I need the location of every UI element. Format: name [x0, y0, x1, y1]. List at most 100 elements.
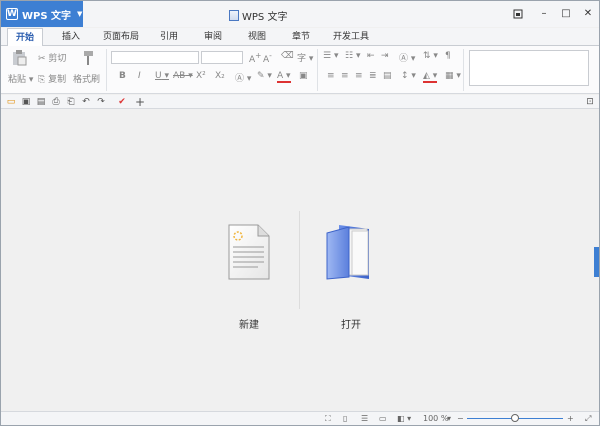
new-tab-plus-icon[interactable]: +: [135, 96, 145, 108]
italic-label: I: [138, 71, 141, 81]
text-effect-button[interactable]: Ⓐ ▾: [235, 71, 251, 84]
text-direction-button[interactable]: Ⓐ ▾: [399, 51, 415, 64]
tab-insert[interactable]: 插入: [53, 28, 89, 46]
print-preview-icon[interactable]: ⎗: [66, 97, 76, 107]
redo-icon[interactable]: ↷: [96, 97, 106, 107]
save-as-icon[interactable]: ▤: [36, 97, 46, 107]
paste-button[interactable]: 粘贴 ▾: [8, 72, 33, 85]
bold-label: B: [119, 71, 126, 81]
increase-indent-button[interactable]: ⇥: [381, 51, 389, 61]
page-view-icon[interactable]: ▯: [343, 414, 347, 423]
outdent-icon: ⇤: [367, 51, 375, 61]
divider: [299, 211, 300, 309]
borders-button[interactable]: ▦ ▾: [445, 71, 461, 81]
collapse-ribbon-icon[interactable]: ⊡: [585, 97, 595, 107]
tab-page-layout[interactable]: 页面布局: [97, 28, 145, 46]
show-marks-button[interactable]: ¶: [445, 51, 451, 61]
font-color-button[interactable]: A ▾: [277, 71, 291, 83]
title-bar: W WPS 文字 ▼ WPS 文字 – □ ✕: [1, 1, 599, 27]
italic-button[interactable]: I: [138, 71, 141, 81]
tab-developer[interactable]: 开发工具: [327, 28, 375, 46]
open-label[interactable]: 打开: [341, 316, 361, 331]
open-folder-icon[interactable]: ▭: [6, 97, 16, 107]
phonetic-button[interactable]: 字 ▾: [297, 51, 313, 64]
minimize-button[interactable]: –: [535, 5, 553, 22]
tab-view-label: 视图: [247, 32, 266, 42]
save-icon[interactable]: ▣: [21, 97, 31, 107]
font-name-combo[interactable]: [111, 51, 199, 64]
align-left-button[interactable]: ≡: [327, 71, 335, 81]
grow-font-button[interactable]: A+: [249, 51, 261, 65]
tab-developer-label: 开发工具: [332, 32, 369, 42]
justify-icon: ≣: [369, 71, 377, 81]
eraser-icon: ⌫: [281, 51, 294, 61]
shading-button[interactable]: ◭ ▾: [423, 71, 438, 83]
new-label[interactable]: 新建: [239, 316, 259, 331]
underline-button[interactable]: U ▾: [155, 71, 169, 81]
strikethrough-label: AB: [173, 71, 186, 81]
char-border-button[interactable]: ▣: [299, 71, 308, 81]
distribute-button[interactable]: ▤: [383, 71, 392, 81]
tab-references[interactable]: 引用: [151, 28, 187, 46]
bold-button[interactable]: B: [119, 71, 126, 81]
paste-label: 粘贴: [8, 75, 27, 85]
clear-format-button[interactable]: ⌫: [281, 51, 294, 61]
tab-home[interactable]: 开始: [7, 28, 43, 46]
fullscreen-icon[interactable]: ⛶: [325, 414, 331, 424]
zoom-out-button[interactable]: −: [457, 414, 464, 423]
customize-icon[interactable]: ✔: [117, 97, 127, 107]
tab-review[interactable]: 审阅: [195, 28, 231, 46]
superscript-button[interactable]: X²: [196, 71, 206, 81]
side-panel-toggle[interactable]: [594, 247, 599, 277]
status-bar: ⛶ ▯ ☰ ▭ ◧ ▾ 100 % ▾ − + ⤢: [1, 411, 599, 425]
align-right-button[interactable]: ≡: [355, 71, 363, 81]
divider: [106, 49, 107, 91]
outline-view-icon[interactable]: ☰: [361, 414, 368, 423]
numbering-button[interactable]: ☷ ▾: [345, 51, 360, 61]
copy-button[interactable]: ⎘ 复制: [38, 72, 66, 85]
styles-gallery[interactable]: [469, 50, 589, 86]
cut-label: 剪切: [48, 54, 67, 64]
highlight-button[interactable]: ✎ ▾: [257, 71, 272, 81]
zoom-in-button[interactable]: +: [567, 414, 574, 423]
cut-button[interactable]: ✂ 剪切: [38, 51, 66, 64]
format-painter-button[interactable]: 格式刷: [73, 72, 100, 85]
bullets-button[interactable]: ☰ ▾: [323, 51, 338, 61]
restore-layout-button[interactable]: [509, 5, 527, 22]
print-icon[interactable]: ⎙: [51, 97, 61, 107]
justify-button[interactable]: ≣: [369, 71, 377, 81]
shrink-font-button[interactable]: A-: [263, 51, 272, 65]
window-title-text: WPS 文字: [242, 12, 288, 23]
close-button[interactable]: ✕: [579, 5, 597, 22]
maximize-icon: □: [561, 8, 571, 19]
maximize-button[interactable]: □: [557, 5, 575, 22]
sort-button[interactable]: ⇅ ▾: [423, 51, 438, 61]
subscript-label: X₂: [215, 71, 225, 81]
new-document-button[interactable]: [228, 224, 270, 280]
zoom-slider-knob[interactable]: [511, 414, 519, 422]
zoom-value[interactable]: 100 %: [423, 414, 448, 423]
subscript-button[interactable]: X₂: [215, 71, 225, 81]
strikethrough-button[interactable]: AB ▾: [173, 71, 193, 81]
web-view-icon[interactable]: ▭: [379, 414, 387, 423]
font-size-combo[interactable]: [201, 51, 243, 64]
reading-view-icon[interactable]: ◧ ▾: [397, 414, 411, 423]
document-icon: [229, 10, 239, 21]
app-menu-label: WPS 文字: [22, 10, 72, 22]
decrease-indent-button[interactable]: ⇤: [367, 51, 375, 61]
superscript-label: X²: [196, 71, 206, 81]
copy-icon: ⎘: [38, 75, 46, 85]
tab-home-label: 开始: [15, 33, 34, 43]
tab-page-layout-label: 页面布局: [102, 32, 139, 42]
app-menu-button[interactable]: W WPS 文字 ▼: [1, 1, 83, 27]
zoom-dropdown-icon[interactable]: ▾: [447, 414, 451, 423]
sort-icon: ⇅: [423, 51, 431, 61]
undo-icon[interactable]: ↶: [81, 97, 91, 107]
ribbon-home: 粘贴 ▾ ✂ 剪切 ⎘ 复制 格式刷 A+ A- ⌫ 字 ▾ B I U ▾ A…: [1, 46, 599, 94]
tab-chapter[interactable]: 章节: [283, 28, 319, 46]
tab-view[interactable]: 视图: [239, 28, 275, 46]
fit-page-icon[interactable]: ⤢: [585, 414, 591, 424]
align-center-button[interactable]: ≡: [341, 71, 349, 81]
line-spacing-button[interactable]: ↕ ▾: [401, 71, 416, 81]
open-document-button[interactable]: [325, 223, 371, 281]
